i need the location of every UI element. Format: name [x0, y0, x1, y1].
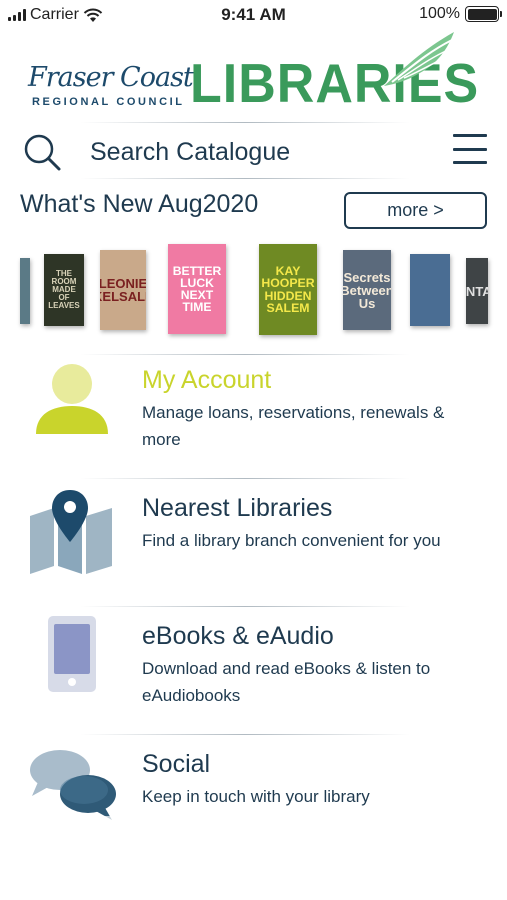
divider [80, 178, 410, 179]
book-cover-text: HOOPER [261, 276, 315, 291]
divider [80, 734, 410, 735]
fraser-coast-libraries-logo: Fraser Coast REGIONAL COUNCIL LIBRARIES [22, 30, 482, 116]
book-cover[interactable]: Secrets Between Us [343, 250, 391, 330]
battery-icon [465, 6, 502, 22]
book-cover[interactable] [20, 258, 30, 324]
whats-new-heading: What's New Aug2020 [20, 190, 259, 218]
book-cover[interactable]: BETTER LUCK NEXT TIME [168, 244, 226, 334]
scroll-fade [0, 816, 507, 900]
book-cover-text: KELSALL [100, 289, 146, 304]
hamburger-menu-icon[interactable] [453, 134, 487, 164]
divider [80, 354, 410, 355]
menu-item-ebooks-eaudio[interactable]: eBooks & eAudio Download and read eBooks… [0, 612, 507, 732]
search-input[interactable] [90, 134, 430, 170]
menu-item-description: Download and read eBooks & listen to eAu… [142, 659, 431, 705]
book-cover[interactable]: INTA [466, 258, 488, 324]
book-cover[interactable]: LEONIEKELSALL [100, 250, 146, 330]
book-cover-text: LEAVES [48, 301, 80, 310]
search-bar [0, 126, 507, 178]
book-cover-text: Between Us [343, 282, 391, 311]
book-cover[interactable]: THE ROOM MADE OF LEAVES [44, 254, 84, 326]
book-cover-text: HIDDEN [264, 288, 312, 303]
search-icon[interactable] [22, 132, 62, 172]
status-right: 100% [419, 5, 502, 23]
menu-item-description: Keep in touch with your library [142, 787, 370, 806]
book-cover[interactable]: KAY HOOPER HIDDEN SALEM [259, 244, 317, 335]
new-books-carousel[interactable]: THEROOMMADEOFLEAVES LEONIEKELSALL BETTER… [0, 240, 507, 340]
menu-item-title: eBooks & eAudio [142, 622, 334, 650]
status-bar: Carrier 9:41 AM 100% [0, 0, 507, 30]
divider [80, 122, 410, 123]
divider [80, 606, 410, 607]
menu-item-description: Find a library branch convenient for you [142, 531, 441, 550]
more-button[interactable]: more > [344, 192, 487, 229]
menu-item-my-account[interactable]: My Account Manage loans, reservations, r… [0, 360, 507, 480]
book-cover-text: SALEM [266, 300, 310, 315]
battery-percent: 100% [419, 5, 460, 22]
map-pin-icon [30, 490, 112, 574]
divider [80, 478, 410, 479]
book-cover-text: INTA [466, 283, 488, 299]
battery-fill [467, 8, 497, 20]
menu-item-title: Nearest Libraries [142, 494, 333, 522]
menu-item-title: Social [142, 750, 211, 778]
menu-item-description: Manage loans, reservations, renewals & m… [142, 403, 445, 449]
person-icon [36, 364, 108, 434]
logo-regional-council: REGIONAL COUNCIL [32, 96, 185, 108]
book-cover-text: TIME [182, 300, 212, 315]
leaf-icon [384, 32, 454, 86]
book-cover-text: Secrets [343, 269, 391, 285]
logo-fraser-coast: Fraser Coast [28, 62, 194, 93]
menu-item-nearest-libraries[interactable]: Nearest Libraries Find a library branch … [0, 484, 507, 604]
tablet-icon [48, 616, 96, 692]
menu-item-title: My Account [142, 366, 272, 394]
book-cover[interactable] [410, 254, 450, 326]
